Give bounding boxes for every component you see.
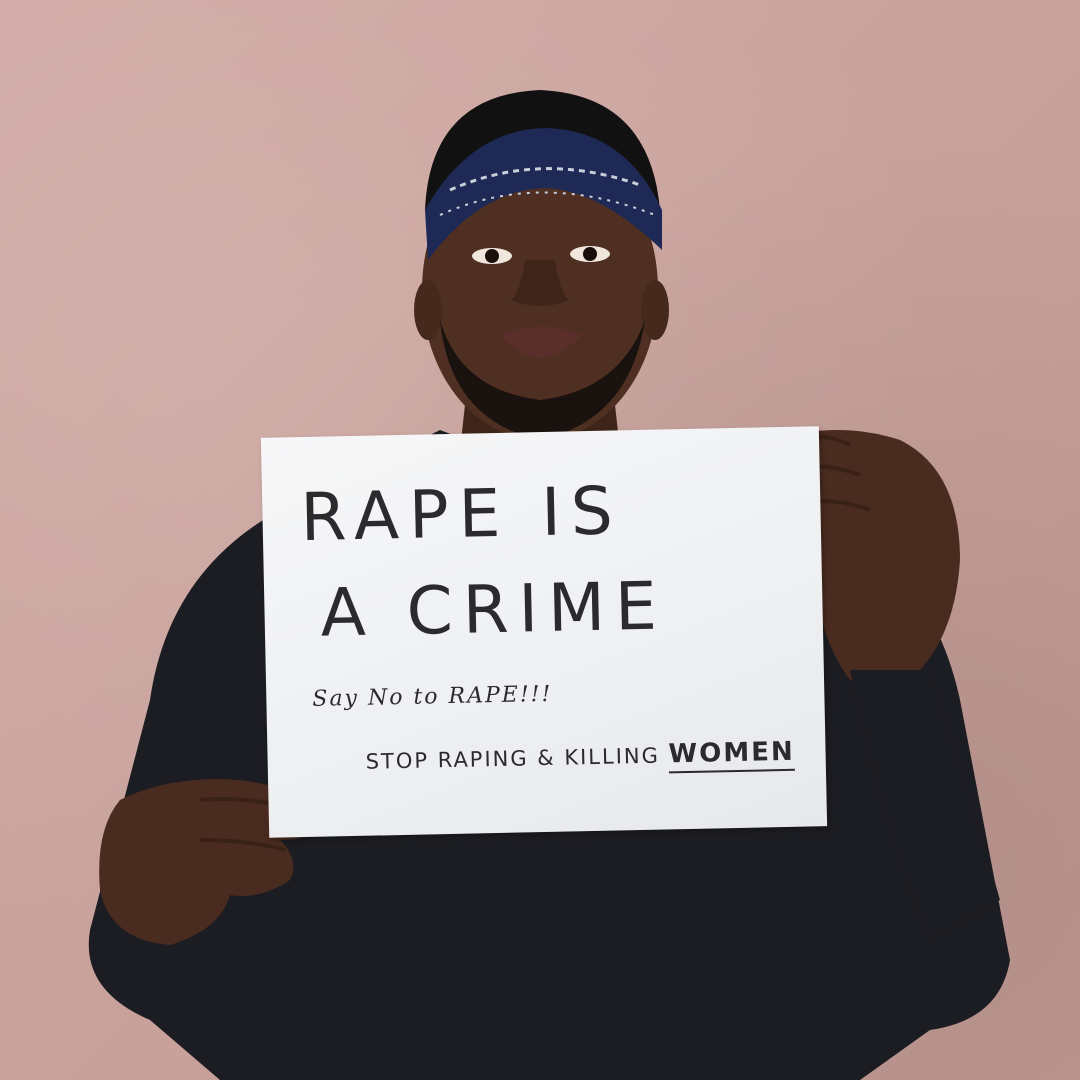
sign-line-1: RAPE IS [299, 472, 624, 557]
sign-line-4-emphasis: WOMEN [668, 736, 796, 774]
left-ear [414, 280, 442, 340]
sign-line-4: STOP RAPING & KILLING WOMEN [365, 736, 796, 776]
photo-scene: RAPE IS A CRIME Say No to RAPE!!! STOP R… [0, 0, 1080, 1080]
right-ear [641, 280, 669, 340]
sign-line-3: Say No to RAPE!!! [312, 681, 553, 712]
sign-line-2: A CRIME [319, 567, 668, 652]
sign-line-4-prefix: STOP RAPING & KILLING [365, 743, 669, 774]
protest-sign: RAPE IS A CRIME Say No to RAPE!!! STOP R… [260, 426, 828, 838]
